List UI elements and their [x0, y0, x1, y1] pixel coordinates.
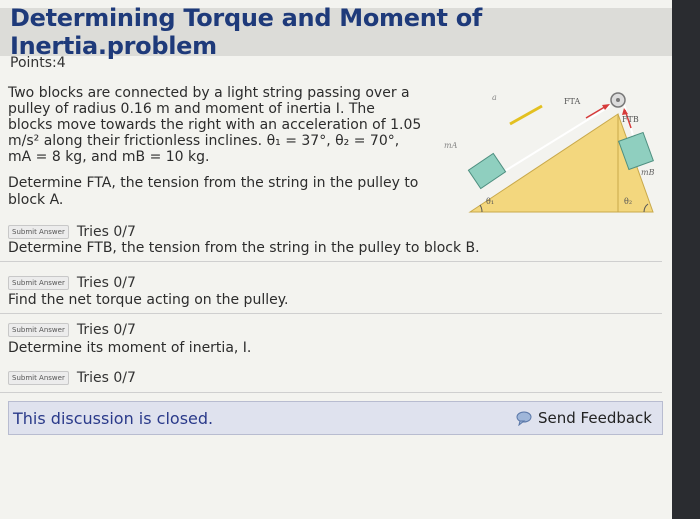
question-ftb: Determine FTB, the tension from the stri… [8, 240, 480, 256]
page-header: Determining Torque and Moment of Inertia… [0, 4, 672, 60]
answer-row: Submit Answer Tries 0/7 [8, 322, 136, 338]
problem-line: Two blocks are connected by a light stri… [8, 85, 410, 101]
submit-answer-button[interactable]: Submit Answer [8, 276, 69, 290]
acceleration-arrow [509, 104, 543, 126]
pulley-axle [616, 98, 620, 102]
tries-counter: Tries 0/7 [76, 322, 136, 338]
theta2-label: θ₂ [624, 197, 632, 206]
question-fta: Determine FTA, the tension from the stri… [8, 175, 448, 209]
submit-answer-button[interactable]: Submit Answer [8, 371, 69, 385]
theta1-label: θ₁ [486, 197, 494, 206]
send-feedback-link[interactable]: Send Feedback [516, 409, 652, 427]
mb-label: mB [641, 168, 655, 177]
points-label: Points:4 [10, 55, 66, 71]
send-feedback-label: Send Feedback [538, 409, 652, 427]
problem-statement: Two blocks are connected by a light stri… [8, 85, 448, 165]
problem-line: mA = 8 kg, and mB = 10 kg. [8, 149, 210, 165]
question-text: block A. [8, 192, 64, 208]
answer-row: Submit Answer Tries 0/7 [8, 370, 136, 386]
ma-label: mA [444, 141, 458, 150]
submit-answer-button[interactable]: Submit Answer [8, 225, 69, 239]
problem-page: Determining Torque and Moment of Inertia… [0, 0, 672, 519]
fta-label: FTA [564, 97, 580, 106]
tries-counter: Tries 0/7 [76, 224, 136, 240]
answer-row: Submit Answer Tries 0/7 [8, 275, 136, 291]
problem-line: pulley of radius 0.16 m and moment of in… [8, 101, 375, 117]
separator [0, 313, 662, 314]
page-title: Determining Torque and Moment of Inertia… [10, 4, 483, 60]
question-moment-inertia: Determine its moment of inertia, I. [8, 340, 252, 356]
question-net-torque: Find the net torque acting on the pulley… [8, 292, 289, 308]
question-text: Determine FTA, the tension from the stri… [8, 175, 419, 191]
problem-line: blocks move towards the right with an ac… [8, 117, 422, 133]
tries-counter: Tries 0/7 [76, 275, 136, 291]
feedback-icon [516, 411, 532, 426]
acceleration-label: a [492, 93, 497, 102]
tries-counter: Tries 0/7 [76, 370, 136, 386]
separator [0, 392, 662, 393]
submit-answer-button[interactable]: Submit Answer [8, 323, 69, 337]
block-a [467, 152, 507, 190]
inclined-plane-diagram: a FTA FTB mA mB θ₁ θ₂ [444, 92, 655, 213]
problem-line: m/s² along their frictionless inclines. … [8, 133, 400, 149]
discussion-closed-text: This discussion is closed. [13, 408, 214, 428]
ftb-label: FTB [622, 115, 639, 124]
separator [0, 261, 662, 262]
discussion-closed-bar: This discussion is closed. Send Feedback [8, 401, 663, 435]
answer-row: Submit Answer Tries 0/7 [8, 224, 136, 240]
